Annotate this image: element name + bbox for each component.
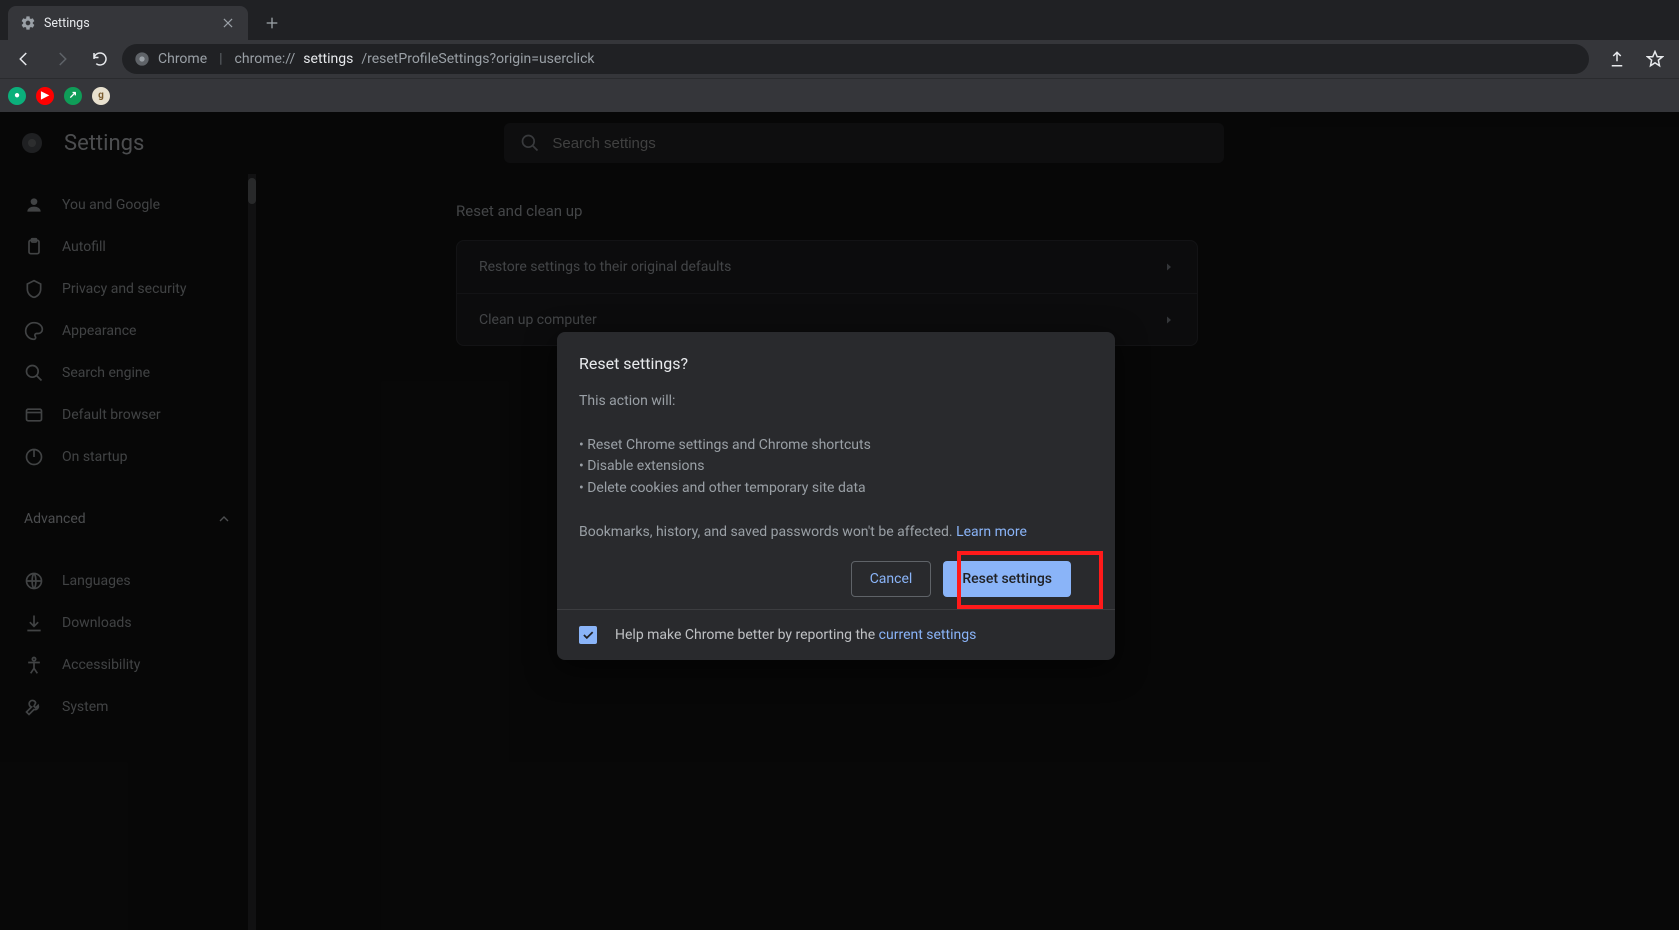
- dialog-help-text: Help make Chrome better by reporting the…: [615, 627, 976, 643]
- bookmark-icon[interactable]: ▶: [36, 87, 54, 105]
- url-scheme: chrome://: [235, 51, 296, 67]
- tab-strip: Settings: [0, 0, 1679, 40]
- bookmark-icon[interactable]: ●: [8, 87, 26, 105]
- share-button[interactable]: [1601, 43, 1633, 75]
- url-path-strong: settings: [303, 51, 353, 67]
- cancel-button[interactable]: Cancel: [851, 561, 932, 597]
- forward-button[interactable]: [46, 43, 78, 75]
- reset-settings-button[interactable]: Reset settings: [943, 561, 1071, 597]
- reload-button[interactable]: [84, 43, 116, 75]
- dialog-footnote: Bookmarks, history, and saved passwords …: [579, 522, 1093, 544]
- learn-more-link[interactable]: Learn more: [956, 524, 1027, 540]
- bookmark-icon[interactable]: ↗: [64, 87, 82, 105]
- dialog-bullet: • Reset Chrome settings and Chrome short…: [579, 435, 1093, 457]
- gear-icon: [20, 15, 36, 31]
- url-divider: |: [215, 51, 226, 67]
- current-settings-link[interactable]: current settings: [879, 627, 977, 643]
- dialog-bullet: • Disable extensions: [579, 456, 1093, 478]
- report-checkbox[interactable]: [579, 626, 597, 644]
- bookmark-icon[interactable]: g: [92, 87, 110, 105]
- dialog-footer: Help make Chrome better by reporting the…: [557, 609, 1115, 660]
- bookmark-star-button[interactable]: [1639, 43, 1671, 75]
- dialog-lead: This action will:: [579, 391, 1093, 413]
- tab-settings[interactable]: Settings: [8, 6, 248, 40]
- tab-title: Settings: [44, 16, 90, 31]
- toolbar: Chrome | chrome:// settings/resetProfileS…: [0, 40, 1679, 78]
- dialog-bullet: • Delete cookies and other temporary sit…: [579, 478, 1093, 500]
- omnibox[interactable]: Chrome | chrome:// settings/resetProfileS…: [122, 44, 1589, 74]
- close-icon[interactable]: [220, 15, 236, 31]
- chrome-logo-icon: [134, 51, 150, 67]
- back-button[interactable]: [8, 43, 40, 75]
- url-path-rest: /resetProfileSettings?origin=userclick: [361, 51, 594, 67]
- new-tab-button[interactable]: [258, 9, 286, 37]
- url-product: Chrome: [158, 51, 207, 67]
- browser-chrome: Settings Chrome | chrome:// settings/rese…: [0, 0, 1679, 112]
- bookmarks-bar: ● ▶ ↗ g: [0, 78, 1679, 112]
- reset-settings-dialog: Reset settings? This action will: • Rese…: [557, 332, 1115, 660]
- page: Settings You and Google Autofill Privacy…: [0, 112, 1679, 930]
- dialog-title: Reset settings?: [579, 354, 1093, 373]
